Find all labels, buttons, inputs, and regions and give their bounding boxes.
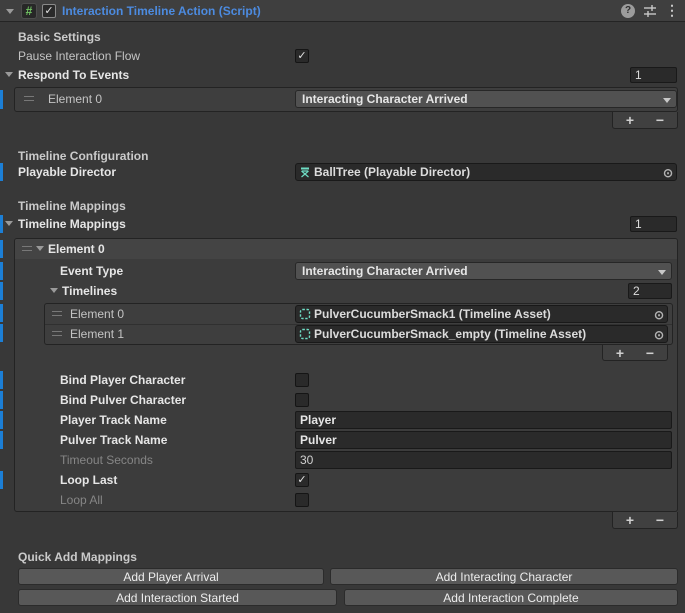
presets-icon[interactable]: [643, 4, 657, 18]
object-picker-icon[interactable]: ⊙: [663, 166, 673, 180]
pulver-track-name-label: Pulver Track Name: [60, 434, 167, 446]
element-label: Element 0: [70, 308, 124, 320]
override-bar: [0, 304, 3, 322]
mapping-element-foldout[interactable]: Element 0: [48, 243, 105, 255]
player-track-name-field[interactable]: [295, 411, 672, 429]
respond-to-events-list-footer: + −: [612, 112, 678, 129]
timeline-mappings-size-field[interactable]: [630, 216, 677, 232]
dropdown-value: Interacting Character Arrived: [302, 92, 468, 106]
event-type-dropdown[interactable]: Interacting Character Arrived: [295, 90, 677, 108]
bind-player-character-label: Bind Player Character: [60, 374, 185, 386]
dropdown-value: Interacting Character Arrived: [302, 264, 468, 278]
remove-element-button[interactable]: −: [645, 113, 675, 127]
foldout-icon[interactable]: [50, 288, 58, 293]
override-bar: [0, 262, 3, 280]
foldout-icon[interactable]: [5, 221, 13, 226]
kebab-menu-icon[interactable]: ⋮: [665, 2, 679, 19]
add-interaction-started-button[interactable]: Add Interaction Started: [18, 589, 337, 606]
timelines-foldout[interactable]: Timelines: [62, 285, 117, 297]
csharp-script-icon: #: [21, 3, 37, 19]
pause-interaction-flow-label: Pause Interaction Flow: [18, 50, 140, 62]
bind-pulver-character-checkbox[interactable]: [295, 393, 309, 407]
inspector-component: # ✓ Interaction Timeline Action (Script)…: [0, 0, 685, 613]
override-bar: [0, 163, 3, 181]
player-track-name-label: Player Track Name: [60, 414, 167, 426]
basic-settings-header: Basic Settings: [18, 31, 101, 43]
component-title: Interaction Timeline Action (Script): [62, 4, 261, 18]
timeline-asset-object-field[interactable]: PulverCucumberSmack_empty (Timeline Asse…: [295, 325, 668, 343]
timelines-size-field[interactable]: [628, 283, 672, 299]
override-bar: [0, 371, 3, 389]
timeline-mappings-header: Timeline Mappings: [18, 200, 126, 212]
add-element-button[interactable]: +: [615, 113, 645, 127]
timeline-asset-icon: [299, 308, 311, 320]
loop-last-label: Loop Last: [60, 474, 117, 486]
override-bar: [0, 431, 3, 449]
playable-director-icon: [299, 166, 311, 178]
playable-director-label: Playable Director: [18, 166, 116, 178]
override-bar: [0, 324, 3, 342]
loop-all-label: Loop All: [60, 494, 103, 506]
object-field-value: PulverCucumberSmack1 (Timeline Asset): [314, 307, 551, 321]
override-bar: [0, 215, 3, 233]
bind-pulver-character-label: Bind Pulver Character: [60, 394, 186, 406]
bind-player-character-checkbox[interactable]: [295, 373, 309, 387]
loop-last-checkbox[interactable]: ✓: [295, 473, 309, 487]
pulver-track-name-field[interactable]: [295, 431, 672, 449]
timeline-mappings-list-footer: + −: [612, 512, 678, 529]
remove-element-button[interactable]: −: [635, 346, 665, 360]
quick-add-mappings-header: Quick Add Mappings: [18, 551, 137, 563]
add-interacting-character-button[interactable]: Add Interacting Character: [330, 568, 678, 585]
respond-to-events-size-field[interactable]: [630, 67, 677, 83]
component-foldout-icon[interactable]: [6, 9, 14, 14]
timeline-configuration-header: Timeline Configuration: [18, 150, 148, 162]
event-type-dropdown[interactable]: Interacting Character Arrived: [295, 262, 672, 280]
timeout-seconds-label: Timeout Seconds: [60, 454, 153, 466]
respond-to-events-foldout[interactable]: Respond To Events: [18, 69, 129, 81]
timeline-asset-object-field[interactable]: PulverCucumberSmack1 (Timeline Asset) ⊙: [295, 305, 668, 323]
playable-director-object-field[interactable]: BallTree (Playable Director) ⊙: [295, 163, 677, 181]
element-label: Element 0: [48, 93, 102, 105]
add-interaction-complete-button[interactable]: Add Interaction Complete: [344, 589, 678, 606]
foldout-icon[interactable]: [5, 72, 13, 77]
component-enabled-checkbox[interactable]: ✓: [42, 4, 56, 18]
element-label: Element 1: [70, 328, 124, 340]
object-field-value: PulverCucumberSmack_empty (Timeline Asse…: [314, 327, 586, 341]
override-bar: [0, 471, 3, 489]
drag-handle-icon[interactable]: [52, 331, 62, 336]
pause-interaction-flow-checkbox[interactable]: ✓: [295, 49, 309, 63]
timelines-list-footer: + −: [602, 345, 668, 361]
timeline-mappings-foldout[interactable]: Timeline Mappings: [18, 218, 126, 230]
foldout-icon[interactable]: [36, 246, 44, 251]
timeline-asset-icon: [299, 328, 311, 340]
drag-handle-icon[interactable]: [52, 311, 62, 316]
override-bar: [0, 391, 3, 409]
add-player-arrival-button[interactable]: Add Player Arrival: [18, 568, 324, 585]
component-header: # ✓ Interaction Timeline Action (Script)…: [0, 0, 685, 22]
add-element-button[interactable]: +: [615, 513, 645, 527]
dropdown-arrow-icon: [663, 98, 671, 103]
object-field-value: BallTree (Playable Director): [314, 165, 470, 179]
drag-handle-icon[interactable]: [24, 96, 34, 101]
object-picker-icon[interactable]: ⊙: [654, 308, 664, 322]
help-icon[interactable]: ?: [621, 4, 635, 18]
event-type-label: Event Type: [60, 265, 123, 277]
override-bar: [0, 411, 3, 429]
override-bar: [0, 90, 3, 109]
add-element-button[interactable]: +: [605, 346, 635, 360]
timeout-seconds-field[interactable]: [295, 451, 672, 469]
drag-handle-icon[interactable]: [22, 246, 32, 251]
loop-all-checkbox[interactable]: [295, 493, 309, 507]
override-bar: [0, 240, 3, 258]
remove-element-button[interactable]: −: [645, 513, 675, 527]
override-bar: [0, 282, 3, 300]
dropdown-arrow-icon: [658, 270, 666, 275]
object-picker-icon[interactable]: ⊙: [654, 328, 664, 342]
